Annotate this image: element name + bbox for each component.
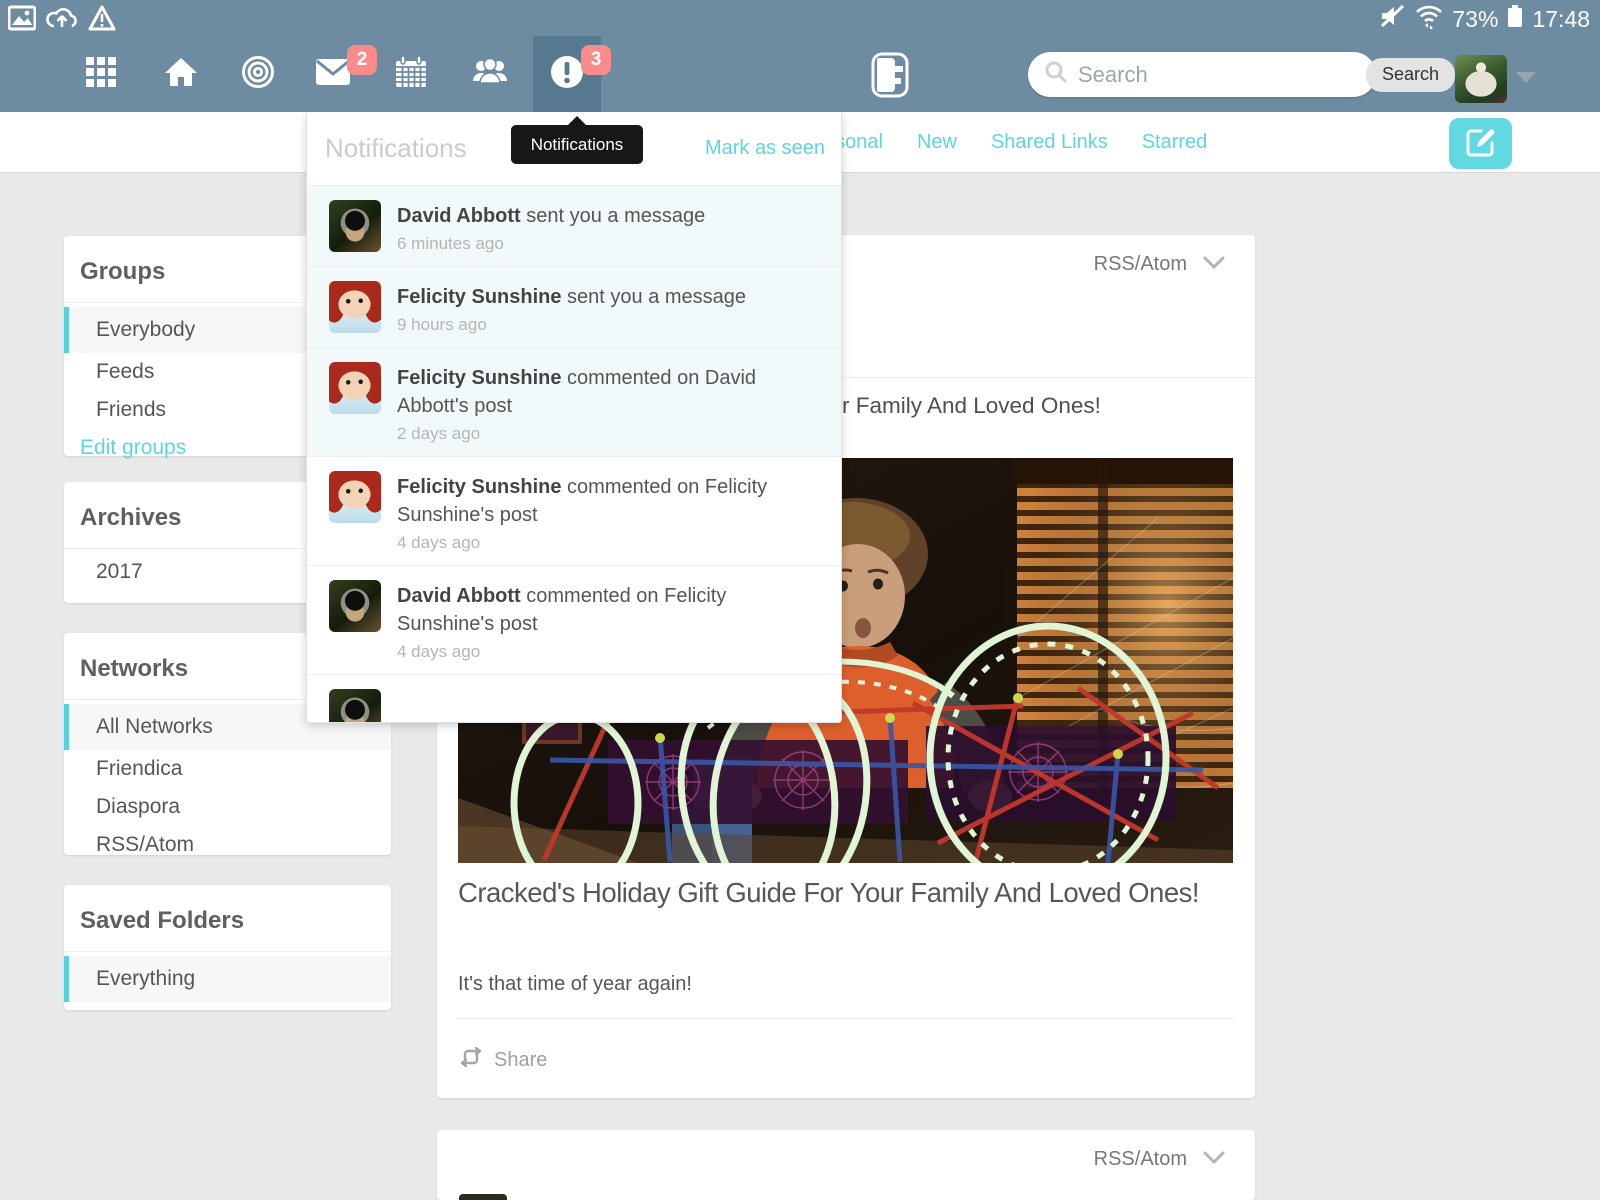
notification-item[interactable]: Felicity Sunshine sent you a message 9 h…: [307, 267, 841, 348]
share-action[interactable]: Share: [458, 1047, 547, 1073]
tab-shared-links[interactable]: Shared Links: [991, 131, 1108, 154]
notification-item[interactable]: David Abbott commented on Felicity Sunsh…: [307, 566, 841, 675]
home-icon: [164, 56, 198, 93]
notifications-button[interactable]: 3: [533, 36, 601, 112]
friendica-app: 73% 17:48 2: [0, 0, 1600, 1200]
android-status-bar: 73% 17:48: [0, 0, 1600, 36]
upload-cloud-icon: [46, 5, 78, 36]
status-left-icons: [8, 5, 116, 36]
friendica-logo[interactable]: [871, 52, 909, 103]
tab-new[interactable]: New: [917, 131, 957, 154]
post2-source-label: RSS/Atom: [1094, 1148, 1187, 1171]
community-button[interactable]: [224, 36, 292, 112]
retweet-icon: [458, 1047, 484, 1073]
notification-time: 4 days ago: [397, 533, 809, 553]
compose-post-button[interactable]: [1449, 118, 1512, 169]
calendar-icon: [394, 55, 428, 94]
mark-as-seen-link[interactable]: Mark as seen: [705, 137, 825, 160]
notification-time: 4 days ago: [397, 642, 809, 662]
notification-item[interactable]: [307, 675, 841, 723]
avatar: [329, 362, 381, 414]
apps-menu-button[interactable]: [67, 36, 135, 112]
notification-item[interactable]: David Abbott sent you a message 6 minute…: [307, 186, 841, 267]
notification-item[interactable]: Felicity Sunshine commented on Felicity …: [307, 457, 841, 566]
home-button[interactable]: [147, 36, 215, 112]
people-icon: [471, 57, 509, 92]
folder-item-everything[interactable]: Everything: [64, 956, 391, 1002]
post-card-2: RSS/Atom: [437, 1130, 1255, 1200]
grid-icon: [85, 56, 117, 93]
notification-time: 9 hours ago: [397, 315, 809, 335]
status-right-cluster: 73% 17:48: [1378, 3, 1590, 35]
post2-author-avatar[interactable]: [459, 1194, 507, 1200]
contacts-button[interactable]: [456, 36, 524, 112]
search-icon: [1044, 60, 1068, 89]
share-label: Share: [494, 1049, 547, 1072]
notification-item[interactable]: Felicity Sunshine commented on David Abb…: [307, 348, 841, 457]
search-input[interactable]: [1078, 62, 1366, 88]
warning-icon: [88, 5, 116, 36]
chevron-down-icon[interactable]: [1203, 1148, 1225, 1171]
battery-icon: [1506, 3, 1524, 35]
envelope-icon: [315, 58, 351, 91]
post-source-label: RSS/Atom: [1094, 253, 1187, 276]
avatar: [329, 580, 381, 632]
mute-icon: [1378, 3, 1406, 35]
notifications-badge: 3: [581, 45, 611, 75]
notification-time: 2 days ago: [397, 424, 809, 444]
alert-circle-icon: [549, 54, 585, 95]
network-item-friendica[interactable]: Friendica: [64, 750, 391, 788]
network-item-diaspora[interactable]: Diaspora: [64, 788, 391, 826]
gallery-icon: [8, 5, 36, 36]
top-navigation-bar: 73% 17:48 2: [0, 0, 1600, 112]
bullseye-icon: [241, 55, 275, 94]
avatar: [329, 281, 381, 333]
wifi-icon: [1414, 3, 1444, 35]
messages-badge: 2: [347, 45, 377, 75]
notifications-dropdown: Notifications Mark as seen David Abbott …: [306, 112, 842, 723]
tab-starred[interactable]: Starred: [1142, 131, 1208, 154]
messages-button[interactable]: 2: [299, 36, 367, 112]
notification-time: 6 minutes ago: [397, 234, 809, 254]
network-item-rss[interactable]: RSS/Atom: [64, 826, 391, 864]
post-link-title[interactable]: Cracked's Holiday Gift Guide For Your Fa…: [458, 875, 1213, 912]
chevron-down-icon[interactable]: [1203, 253, 1225, 276]
search-bar: Search: [1028, 52, 1376, 97]
battery-percent-label: 73%: [1452, 6, 1498, 33]
notifications-tooltip: Notifications: [511, 125, 643, 164]
notifications-dropdown-title: Notifications: [325, 133, 467, 164]
user-menu-caret-icon[interactable]: [1516, 72, 1536, 83]
post-body-text: It's that time of year again!: [458, 973, 692, 996]
clock-label: 17:48: [1532, 6, 1590, 33]
avatar: [329, 471, 381, 523]
edit-pencil-icon: [1465, 126, 1497, 161]
search-submit-button[interactable]: Search: [1366, 58, 1455, 92]
saved-folders-panel: Saved Folders Everything: [64, 885, 391, 1010]
user-avatar[interactable]: [1455, 55, 1507, 103]
avatar: [329, 200, 381, 252]
avatar: [329, 689, 381, 723]
saved-folders-panel-title: Saved Folders: [64, 885, 391, 951]
events-button[interactable]: [377, 36, 445, 112]
